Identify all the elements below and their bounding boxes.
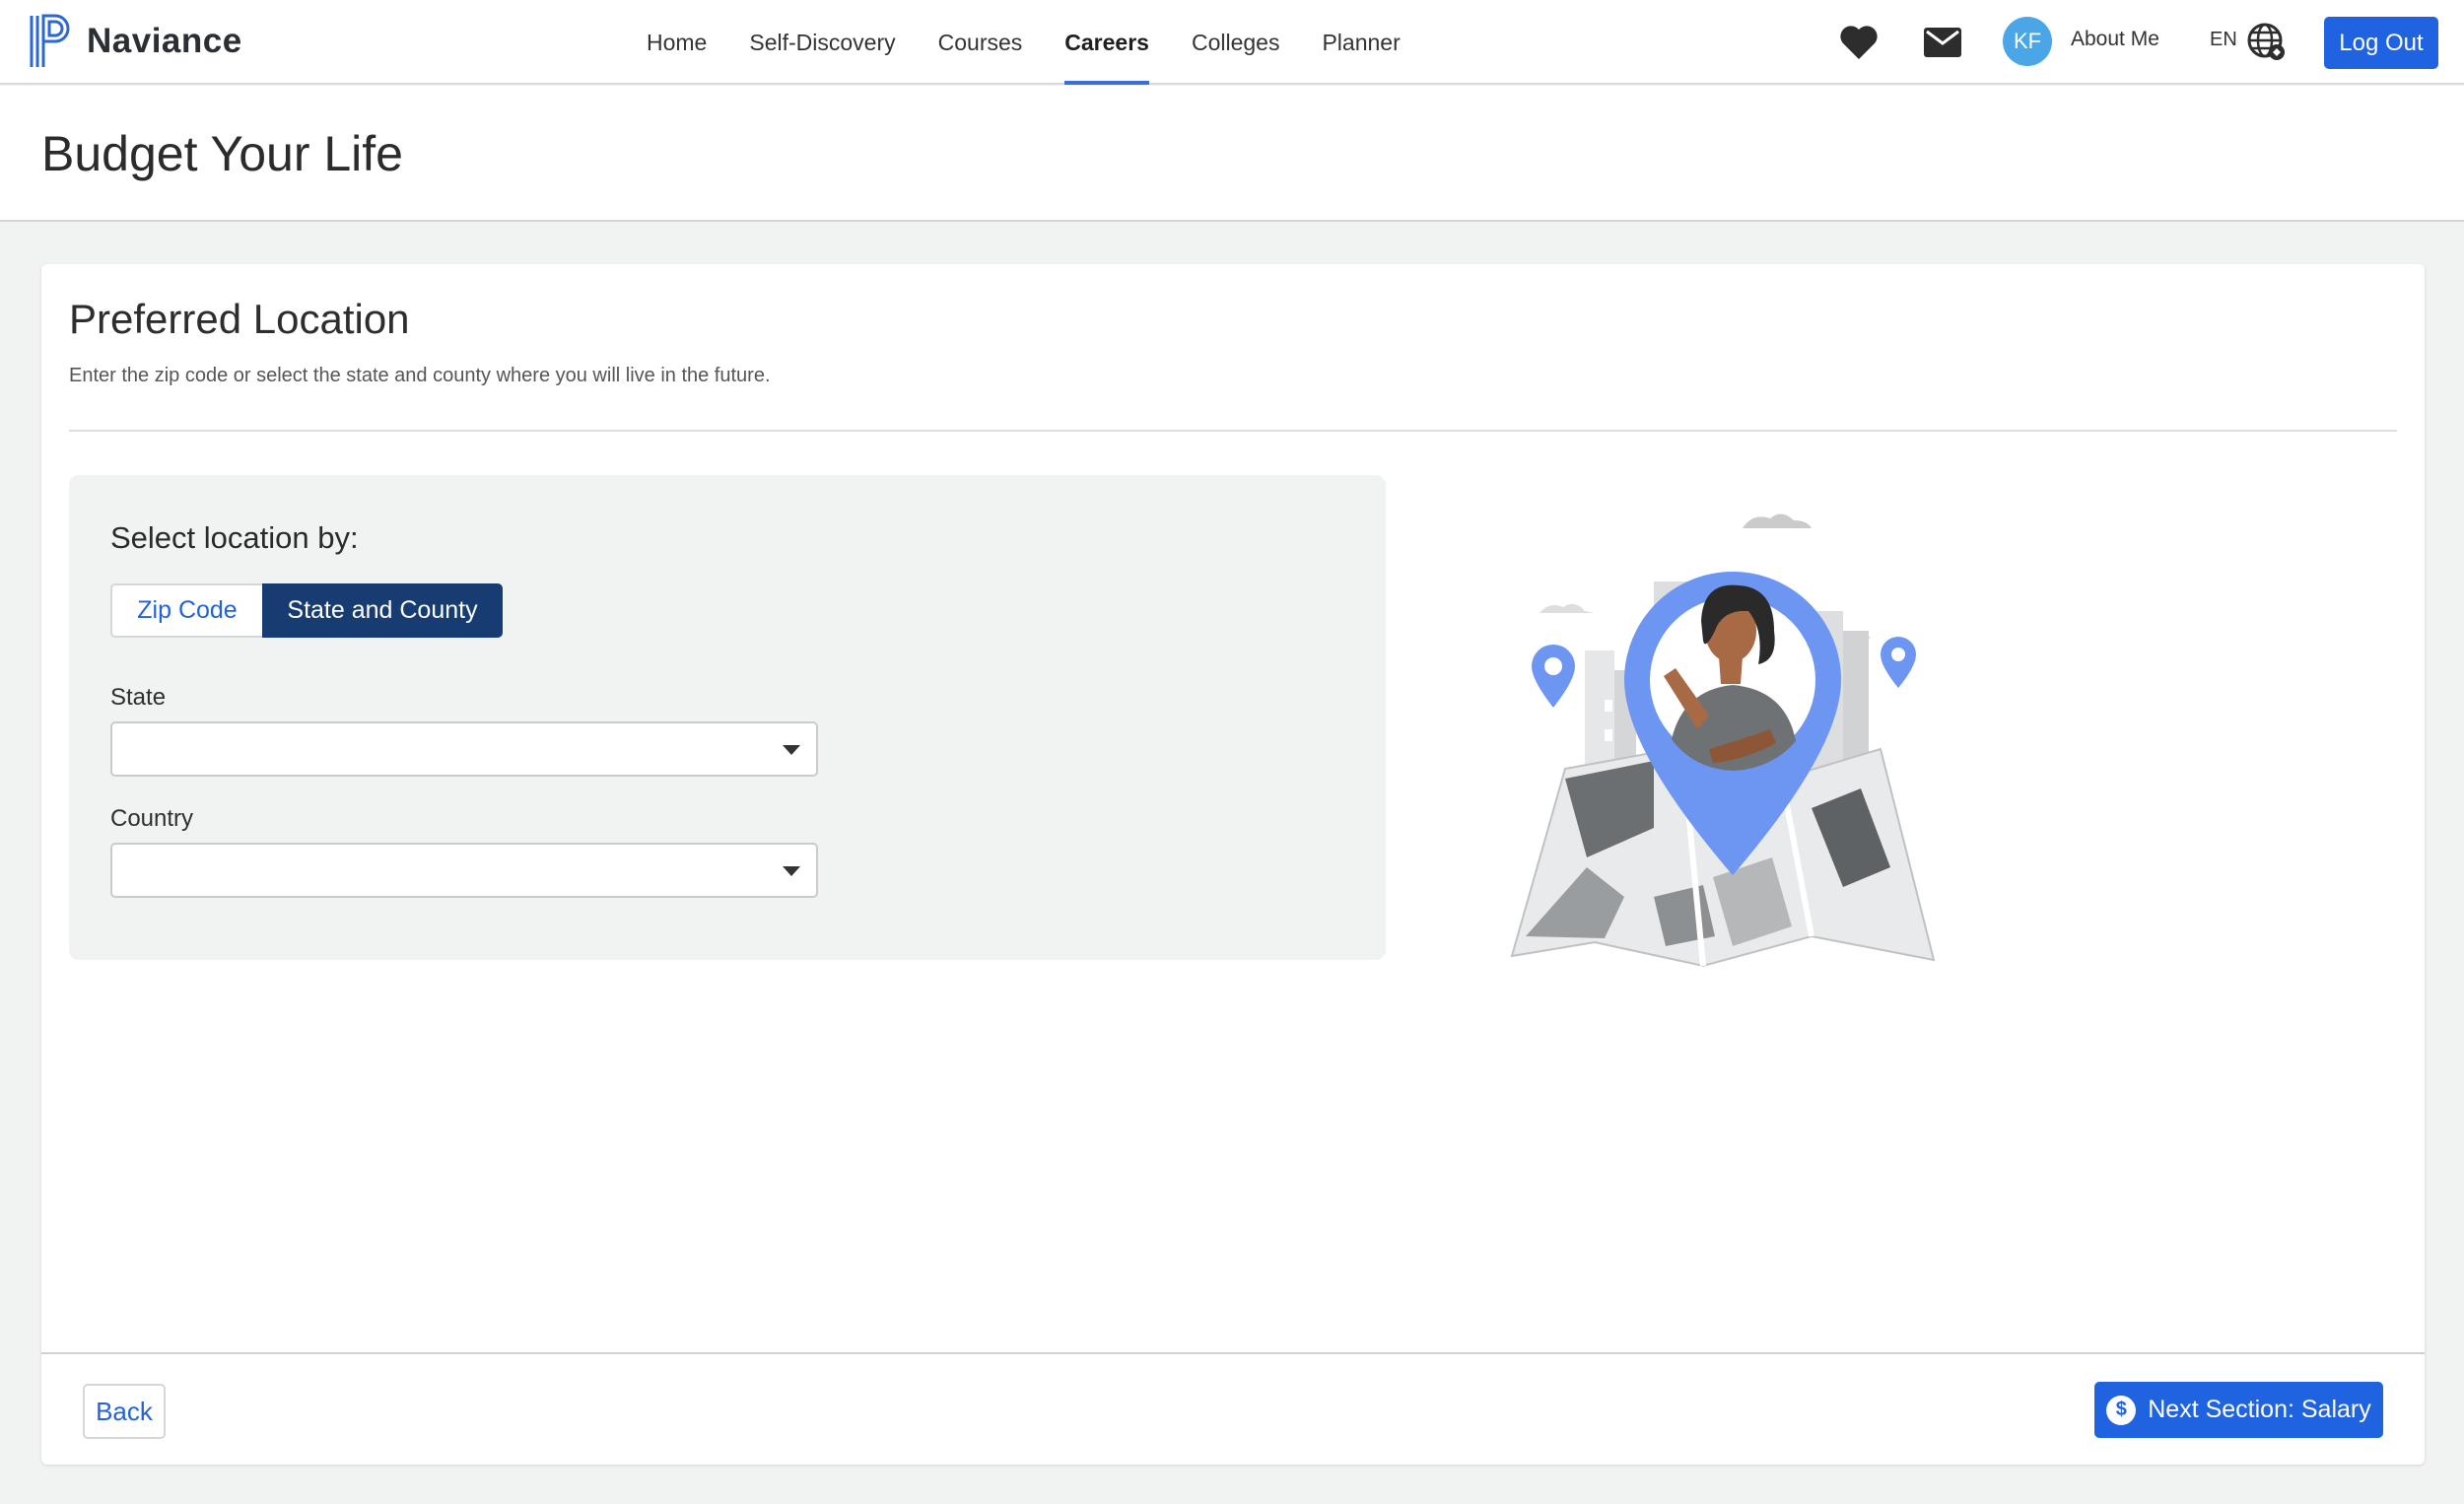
nav-home[interactable]: Home <box>647 0 707 85</box>
nav-planner[interactable]: Planner <box>1322 0 1400 85</box>
state-label: State <box>110 684 167 711</box>
logo[interactable]: Naviance <box>30 14 242 69</box>
country-select[interactable] <box>110 843 818 898</box>
location-mode-toggle: Zip Code State and County <box>110 583 503 638</box>
country-label: Country <box>110 805 194 832</box>
chevron-down-icon <box>783 866 800 876</box>
mail-icon[interactable] <box>1924 28 1961 62</box>
section-description: Enter the zip code or select the state a… <box>69 365 771 386</box>
select-location-heading: Select location by: <box>110 520 359 555</box>
chevron-down-icon <box>783 745 800 755</box>
top-navigation: Naviance Home Self-Discovery Courses Car… <box>0 0 2464 85</box>
nav-courses[interactable]: Courses <box>938 0 1023 85</box>
nav-careers[interactable]: Careers <box>1064 0 1149 85</box>
location-panel: Select location by: Zip Code State and C… <box>69 475 1386 960</box>
logout-button[interactable]: Log Out <box>2324 17 2438 69</box>
next-section-label: Next Section: Salary <box>2148 1396 2371 1423</box>
section-title: Preferred Location <box>69 296 410 342</box>
avatar[interactable]: KF <box>2003 17 2052 66</box>
footer-divider <box>41 1352 2425 1354</box>
page-header: Budget Your Life <box>0 86 2464 222</box>
content-card: Preferred Location Enter the zip code or… <box>41 264 2425 1465</box>
about-me-link[interactable]: About Me <box>2071 28 2159 51</box>
dollar-icon: $ <box>2106 1395 2137 1425</box>
state-and-county-button[interactable]: State and County <box>262 583 503 638</box>
zip-code-button[interactable]: Zip Code <box>110 583 262 638</box>
naviance-logo-icon <box>30 14 70 67</box>
divider <box>69 430 2397 432</box>
page-title: Budget Your Life <box>41 126 403 181</box>
next-section-button[interactable]: $ Next Section: Salary <box>2094 1382 2383 1438</box>
globe-icon[interactable] <box>2247 23 2287 67</box>
state-select[interactable] <box>110 721 818 777</box>
language-label[interactable]: EN <box>2210 29 2237 51</box>
nav-colleges[interactable]: Colleges <box>1192 0 1280 85</box>
back-button[interactable]: Back <box>83 1384 166 1439</box>
heart-icon[interactable] <box>1839 24 1879 66</box>
location-illustration <box>1457 483 2009 976</box>
main-nav: Home Self-Discovery Courses Careers Coll… <box>647 0 1443 85</box>
nav-self-discovery[interactable]: Self-Discovery <box>749 0 895 85</box>
app-name: Naviance <box>87 22 242 60</box>
